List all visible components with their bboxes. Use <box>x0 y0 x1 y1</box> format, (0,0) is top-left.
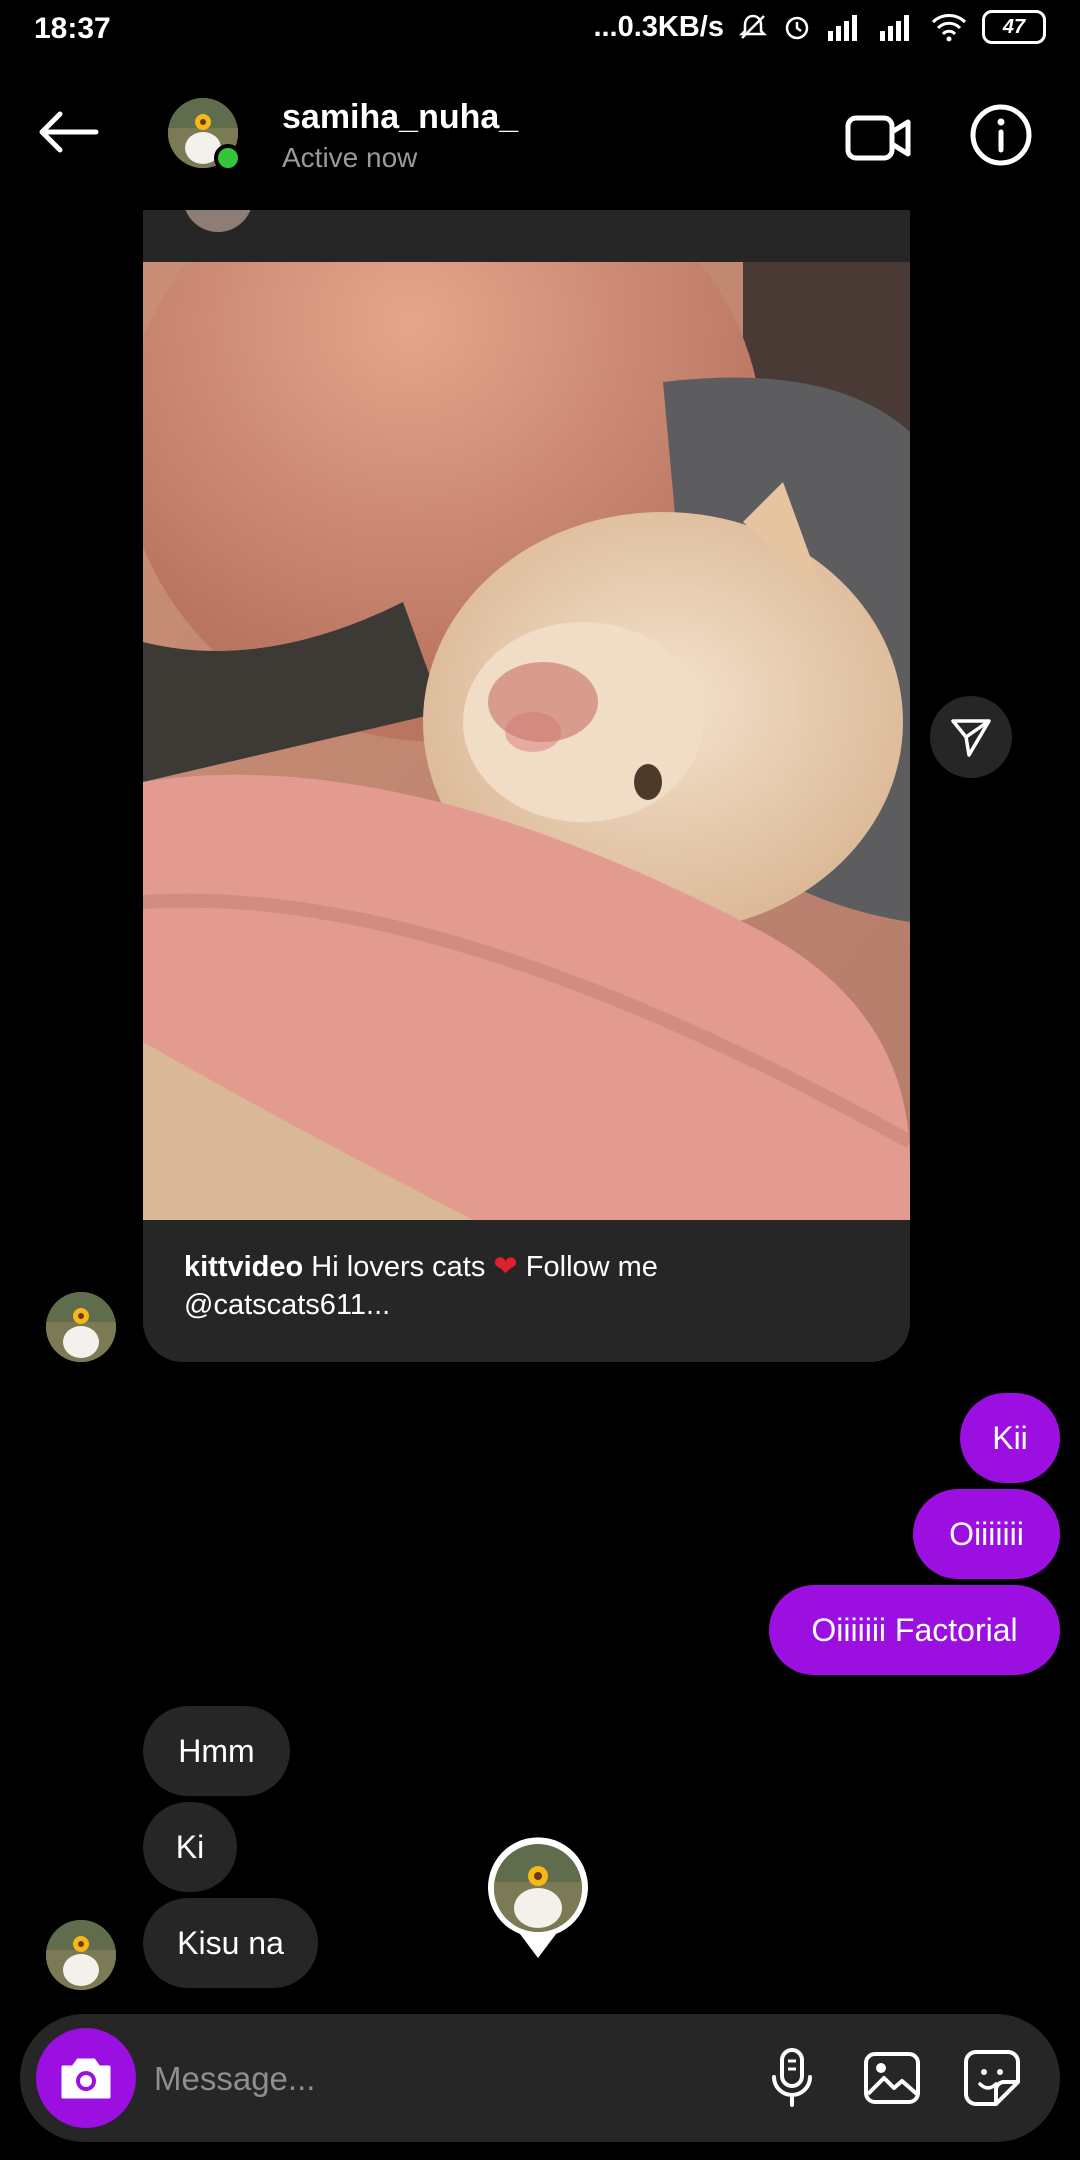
seen-avatar-marker <box>486 1836 590 1960</box>
gallery-button[interactable] <box>858 2044 926 2112</box>
signal-icon <box>826 13 864 41</box>
sender-avatar-2[interactable] <box>46 1920 116 1990</box>
status-time: 18:37 <box>34 12 111 45</box>
sender-avatar[interactable] <box>46 1292 116 1362</box>
chat-header: samiha_nuha_ Active now <box>0 62 1080 210</box>
info-button[interactable] <box>966 100 1036 170</box>
share-button[interactable] <box>930 696 1012 778</box>
caption-text-3: @catscats611... <box>184 1289 391 1321</box>
microphone-button[interactable] <box>758 2044 826 2112</box>
received-message-3[interactable]: Kisu na <box>143 1898 318 1988</box>
status-icons: ...0.3KB/s 47 <box>593 10 1046 44</box>
sent-message-1[interactable]: Kii <box>960 1393 1060 1483</box>
mute-icon <box>738 12 768 42</box>
camera-icon <box>61 2058 111 2099</box>
video-camera-icon <box>845 115 911 161</box>
shared-post[interactable]: kittvideo Hi lovers cats ❤ Follow me @cat… <box>143 190 910 1362</box>
online-indicator <box>214 144 242 172</box>
back-button[interactable] <box>36 102 106 162</box>
battery-icon: 47 <box>982 10 1046 44</box>
info-icon <box>970 104 1032 166</box>
wifi-icon <box>930 12 968 42</box>
sent-message-2[interactable]: Oiiiiiii <box>913 1489 1060 1579</box>
active-status: Active now <box>282 142 418 173</box>
sent-message-3[interactable]: Oiiiiiii Factorial <box>769 1585 1060 1675</box>
image-icon <box>864 2052 920 2104</box>
status-bar: 18:37 ...0.3KB/s 47 <box>0 0 1080 62</box>
arrow-left-icon <box>39 111 99 153</box>
message-composer <box>20 2014 1060 2142</box>
sticker-icon <box>964 2050 1020 2106</box>
caption-text-1: Hi lovers cats <box>303 1251 494 1283</box>
send-icon <box>951 719 991 757</box>
microphone-icon <box>772 2048 812 2107</box>
video-call-button[interactable] <box>844 110 912 166</box>
received-message-1[interactable]: Hmm <box>143 1706 290 1796</box>
camera-button[interactable] <box>36 2028 136 2128</box>
sticker-button[interactable] <box>958 2044 1026 2112</box>
heart-emoji: ❤ <box>493 1251 518 1283</box>
chat-username[interactable]: samiha_nuha_ <box>282 98 518 137</box>
network-speed: ...0.3KB/s <box>593 10 724 43</box>
alarm-icon <box>782 12 812 42</box>
received-message-2[interactable]: Ki <box>143 1802 237 1892</box>
post-video-thumbnail[interactable] <box>143 262 910 1220</box>
message-input[interactable] <box>152 2044 716 2114</box>
signal-icon-2 <box>878 13 916 41</box>
caption-text-2: Follow me <box>517 1251 658 1283</box>
post-caption: kittvideo Hi lovers cats ❤ Follow me @cat… <box>184 1248 874 1324</box>
post-account-name[interactable]: kittvideo <box>184 1251 303 1283</box>
